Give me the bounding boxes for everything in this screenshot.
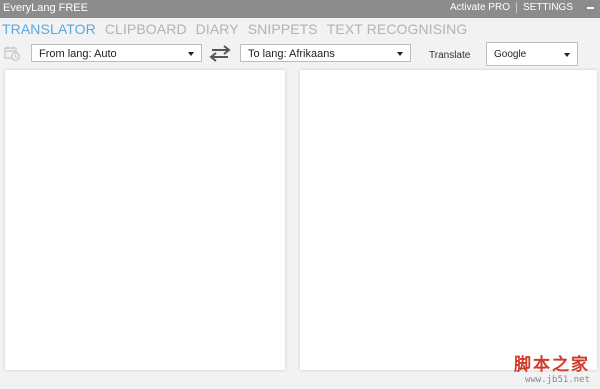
translated-text-area[interactable] <box>300 70 597 370</box>
settings-link[interactable]: SETTINGS <box>517 2 579 13</box>
tab-text-recognising[interactable]: TEXT RECOGNISING <box>327 21 468 41</box>
watermark-url: www.jb51.net <box>524 375 590 385</box>
from-language-select[interactable]: From lang: Auto <box>31 44 202 62</box>
translate-service-label: Translate <box>429 50 471 61</box>
to-language-select[interactable]: To lang: Afrikaans <box>240 44 411 62</box>
translation-service-value: Google <box>494 49 527 60</box>
tab-snippets[interactable]: SNIPPETS <box>248 21 318 41</box>
tab-clipboard[interactable]: CLIPBOARD <box>105 21 187 41</box>
tab-diary[interactable]: DIARY <box>196 21 239 41</box>
site-watermark: 脚本之家 www.jb51.net <box>514 350 590 385</box>
chevron-down-icon <box>564 53 570 57</box>
watermark-logo: 脚本之家 <box>514 355 590 375</box>
chevron-down-icon <box>397 52 403 56</box>
tab-translator[interactable]: TRANSLATOR <box>2 21 96 41</box>
swap-arrows-icon[interactable] <box>209 45 231 62</box>
calendar-clock-icon[interactable] <box>4 45 20 61</box>
title-bar: EveryLang FREE Activate PRO SETTINGS <box>0 0 600 18</box>
from-language-value: From lang: Auto <box>39 48 117 60</box>
title-bar-controls: Activate PRO SETTINGS <box>444 2 594 13</box>
app-title: EveryLang FREE <box>3 2 88 14</box>
chevron-down-icon <box>188 52 194 56</box>
translation-service-select[interactable]: Google <box>486 42 578 66</box>
activate-pro-link[interactable]: Activate PRO <box>444 2 516 13</box>
minimize-icon[interactable] <box>587 7 594 9</box>
source-text-area[interactable] <box>5 70 285 370</box>
to-language-value: To lang: Afrikaans <box>248 48 335 60</box>
translator-toolbar: From lang: Auto To lang: Afrikaans Trans… <box>0 42 600 68</box>
main-tabs: TRANSLATOR CLIPBOARD DIARY SNIPPETS TEXT… <box>2 21 467 41</box>
